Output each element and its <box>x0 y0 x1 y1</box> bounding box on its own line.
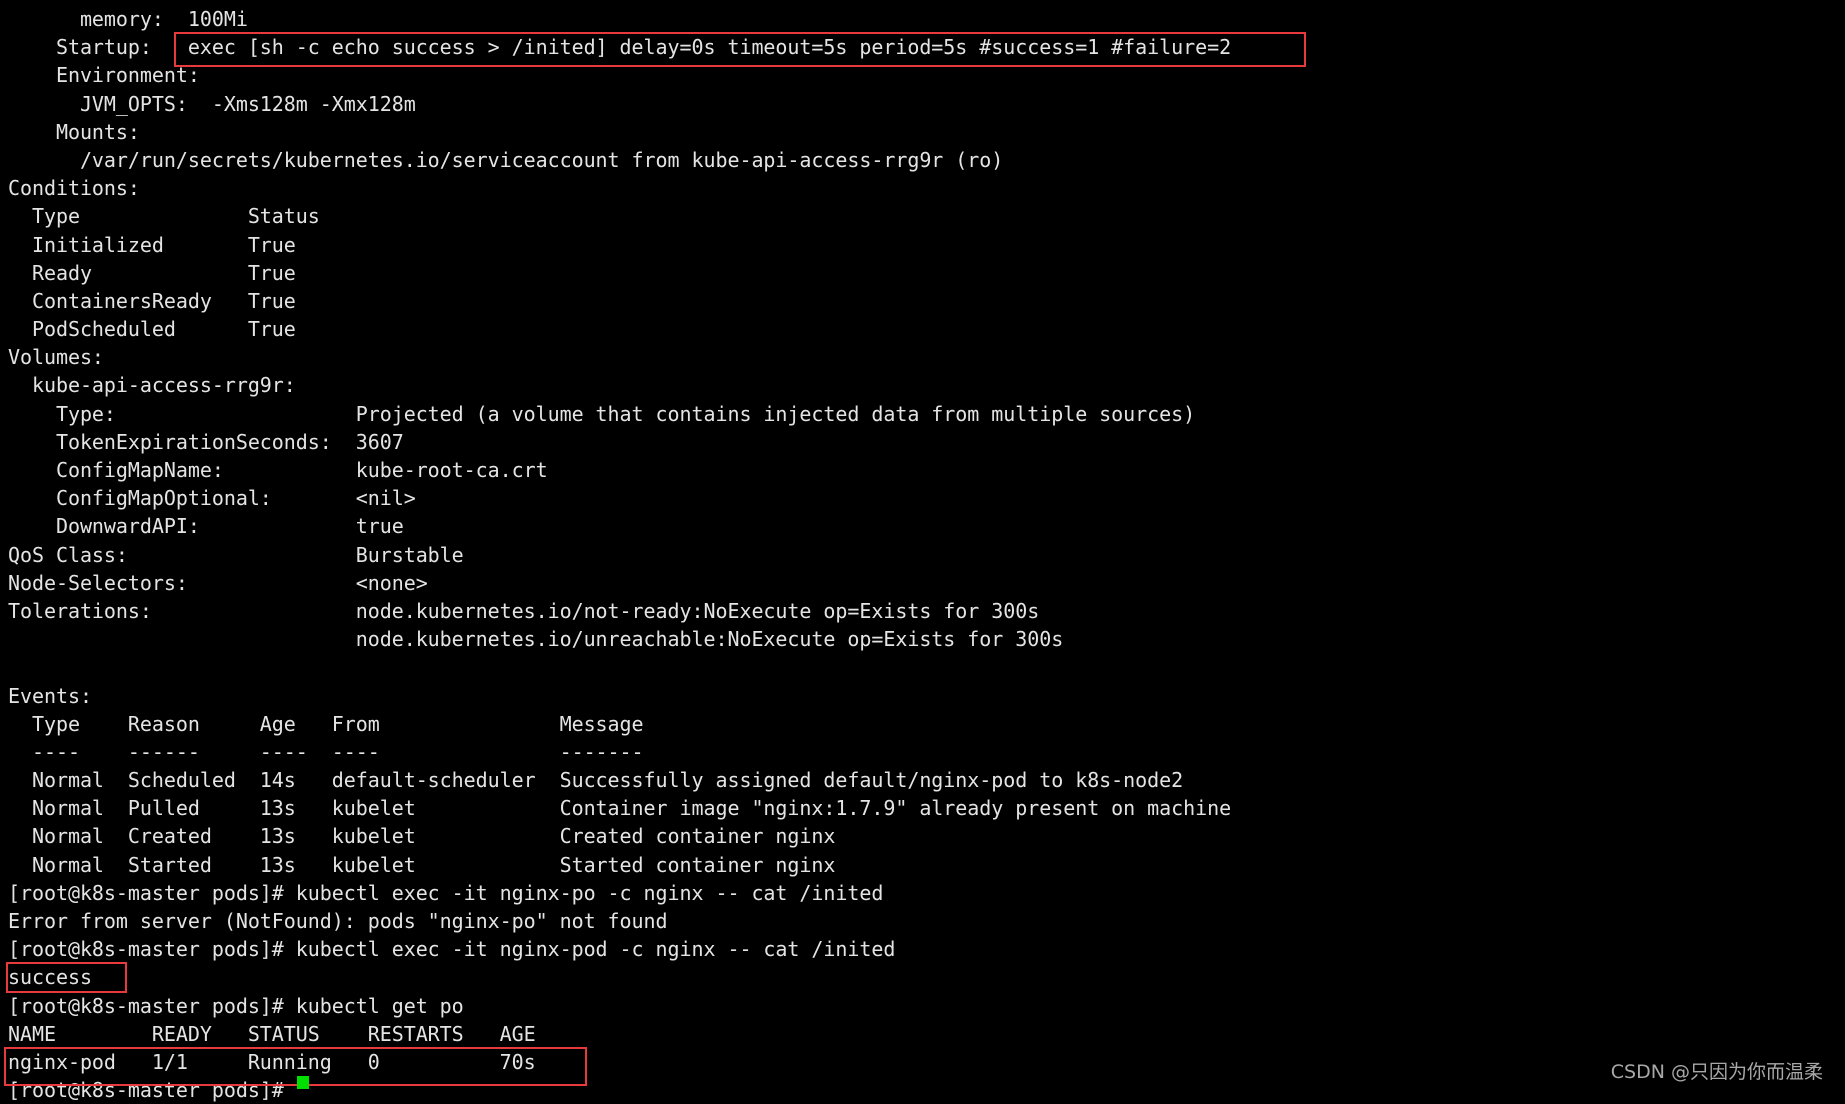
terminal-line: NAME READY STATUS RESTARTS AGE <box>8 1021 536 1046</box>
terminal-line: Type: Projected (a volume that contains … <box>8 401 1196 426</box>
highlight-pod-row <box>4 1047 587 1086</box>
terminal-line: QoS Class: Burstable <box>8 542 464 567</box>
terminal-line: DownwardAPI: true <box>8 514 404 539</box>
terminal-line: Ready True <box>8 260 296 285</box>
terminal-line: Type Status <box>8 204 320 229</box>
terminal-line: Mounts: <box>8 119 140 144</box>
terminal-line: Normal Created 13s kubelet Created conta… <box>8 824 836 849</box>
terminal-line: ConfigMapOptional: <nil> <box>8 486 416 511</box>
terminal-line: [root@k8s-master pods]# kubectl exec -it… <box>8 880 884 905</box>
terminal-line: /var/run/secrets/kubernetes.io/serviceac… <box>8 147 1004 172</box>
highlight-startup-probe <box>174 32 1306 67</box>
terminal-line: Volumes: <box>8 345 104 370</box>
highlight-success-output <box>6 962 127 993</box>
watermark: CSDN @只因为你而温柔 <box>1610 1061 1823 1083</box>
terminal-line: ContainersReady True <box>8 288 296 313</box>
terminal-line: kube-api-access-rrg9r: <box>8 373 296 398</box>
terminal-line: ConfigMapName: kube-root-ca.crt <box>8 458 548 482</box>
terminal-line: PodScheduled True <box>8 317 296 342</box>
terminal-line: success <box>8 965 92 990</box>
terminal-line: Error from server (NotFound): pods "ngin… <box>8 909 668 933</box>
terminal-line: Type Reason Age From Message <box>8 711 644 736</box>
terminal-line: Normal Started 13s kubelet Started conta… <box>8 852 836 877</box>
terminal-line: memory: 100Mi <box>8 7 248 31</box>
terminal-line: Node-Selectors: <none> <box>8 570 428 595</box>
terminal-line: TokenExpirationSeconds: 3607 <box>8 429 404 454</box>
terminal-line: [root@k8s-master pods]# kubectl get po <box>8 993 464 1018</box>
terminal-line: JVM_OPTS: -Xms128m -Xmx128m <box>8 91 416 116</box>
terminal-output[interactable]: memory: 100Mi Startup: exec [sh -c echo … <box>8 5 1231 1104</box>
terminal-line: ---- ------ ---- ---- ------- <box>8 739 644 764</box>
terminal-line: [root@k8s-master pods]# kubectl exec -it… <box>8 937 896 962</box>
terminal-line: node.kubernetes.io/unreachable:NoExecute… <box>8 627 1064 652</box>
terminal-line: Normal Scheduled 14s default-scheduler S… <box>8 768 1184 793</box>
terminal-line: Tolerations: node.kubernetes.io/not-read… <box>8 598 1040 623</box>
terminal-line: Events: <box>8 683 92 708</box>
terminal-cursor <box>297 1076 309 1089</box>
terminal-line: Conditions: <box>8 176 140 201</box>
terminal-line: Initialized True <box>8 232 296 257</box>
terminal-line: Normal Pulled 13s kubelet Container imag… <box>8 796 1232 821</box>
